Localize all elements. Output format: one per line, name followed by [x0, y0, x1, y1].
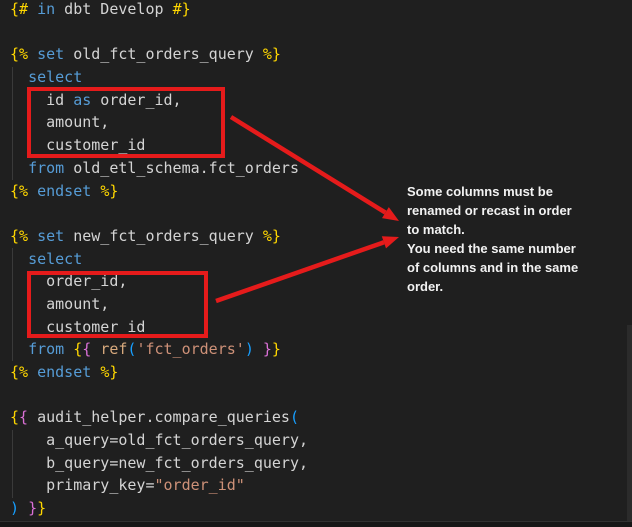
code-token [10, 386, 19, 404]
code-token: in [37, 0, 55, 18]
code-line: {% endset %} [10, 180, 308, 203]
code-token [28, 227, 37, 245]
code-token: ) [10, 499, 19, 517]
code-line [10, 202, 308, 225]
code-token: a_query=old_fct_orders_query, [10, 431, 308, 449]
code-token: %} [100, 363, 118, 381]
code-token: %} [100, 182, 118, 200]
annotation-line: Some columns must be [407, 182, 578, 201]
code-token: from [28, 340, 64, 358]
code-token: } [263, 340, 272, 358]
indent-guide [12, 430, 13, 498]
code-line: select [10, 66, 308, 89]
code-line: select [10, 248, 308, 271]
code-token: from [28, 159, 64, 177]
code-token: #} [173, 0, 191, 18]
code-token: old_etl_schema.fct_orders [64, 159, 299, 177]
code-line: b_query=new_fct_orders_query, [10, 452, 308, 475]
code-token: select [28, 250, 82, 268]
code-token [254, 340, 263, 358]
code-line: {% endset %} [10, 361, 308, 384]
code-token [91, 340, 100, 358]
code-token: { [19, 408, 28, 426]
code-token: ref [100, 340, 127, 358]
indent-guide [12, 67, 13, 180]
code-token: audit_helper.compare_queries [28, 408, 290, 426]
code-line: ) }} [10, 497, 308, 520]
annotation-line: to match. [407, 220, 578, 239]
code-token: } [37, 499, 46, 517]
code-token: 'fct_orders' [136, 340, 244, 358]
code-token: %} [263, 45, 281, 63]
code-token [19, 499, 28, 517]
code-token: %} [263, 227, 281, 245]
code-token [10, 204, 19, 222]
code-token [28, 45, 37, 63]
code-token: old_fct_orders_query [64, 45, 263, 63]
code-token: primary_key= [10, 476, 155, 494]
code-token: } [272, 340, 281, 358]
highlight-box-old-columns [27, 87, 225, 158]
indent-guide [12, 248, 13, 361]
annotation-line: You need the same number [407, 239, 578, 258]
code-line: from {{ ref('fct_orders') }} [10, 338, 308, 361]
code-line: {# in dbt Develop #} [10, 0, 308, 21]
code-token: b_query=new_fct_orders_query, [10, 454, 308, 472]
code-line [10, 384, 308, 407]
code-token: ( [290, 408, 299, 426]
code-token: {% [10, 363, 28, 381]
code-token: set [37, 45, 64, 63]
vertical-scrollbar[interactable] [627, 325, 632, 521]
code-area[interactable]: {# in dbt Develop #} {% set old_fct_orde… [10, 0, 308, 520]
code-line: {{ audit_helper.compare_queries( [10, 406, 308, 429]
code-token: {% [10, 182, 28, 200]
code-line: primary_key="order_id" [10, 474, 308, 497]
code-token: select [28, 68, 82, 86]
code-token: } [28, 499, 37, 517]
horizontal-scrollbar[interactable] [0, 521, 632, 527]
highlight-box-new-columns [27, 271, 208, 338]
code-token [64, 340, 73, 358]
code-token [10, 23, 19, 41]
code-token: set [37, 227, 64, 245]
code-line [10, 21, 308, 44]
code-token: {% [10, 45, 28, 63]
code-line: {% set new_fct_orders_query %} [10, 225, 308, 248]
code-token: dbt Develop [55, 0, 172, 18]
annotation-line: of columns and in the same [407, 258, 578, 277]
code-token: "order_id" [155, 476, 245, 494]
annotation-note: Some columns must berenamed or recast in… [407, 182, 578, 296]
code-token: { [10, 408, 19, 426]
code-token: {# [10, 0, 28, 18]
code-token: endset [37, 363, 91, 381]
annotation-line: order. [407, 277, 578, 296]
code-token: new_fct_orders_query [64, 227, 263, 245]
code-token [28, 363, 37, 381]
code-line: a_query=old_fct_orders_query, [10, 429, 308, 452]
code-token [91, 363, 100, 381]
code-line: from old_etl_schema.fct_orders [10, 157, 308, 180]
code-token: { [82, 340, 91, 358]
code-line: {% set old_fct_orders_query %} [10, 43, 308, 66]
code-token [28, 182, 37, 200]
code-token: {% [10, 227, 28, 245]
code-token: endset [37, 182, 91, 200]
code-editor: {# in dbt Develop #} {% set old_fct_orde… [0, 0, 632, 527]
code-token [28, 0, 37, 18]
code-token: { [73, 340, 82, 358]
annotation-line: renamed or recast in order [407, 201, 578, 220]
code-token: ) [245, 340, 254, 358]
code-token [91, 182, 100, 200]
